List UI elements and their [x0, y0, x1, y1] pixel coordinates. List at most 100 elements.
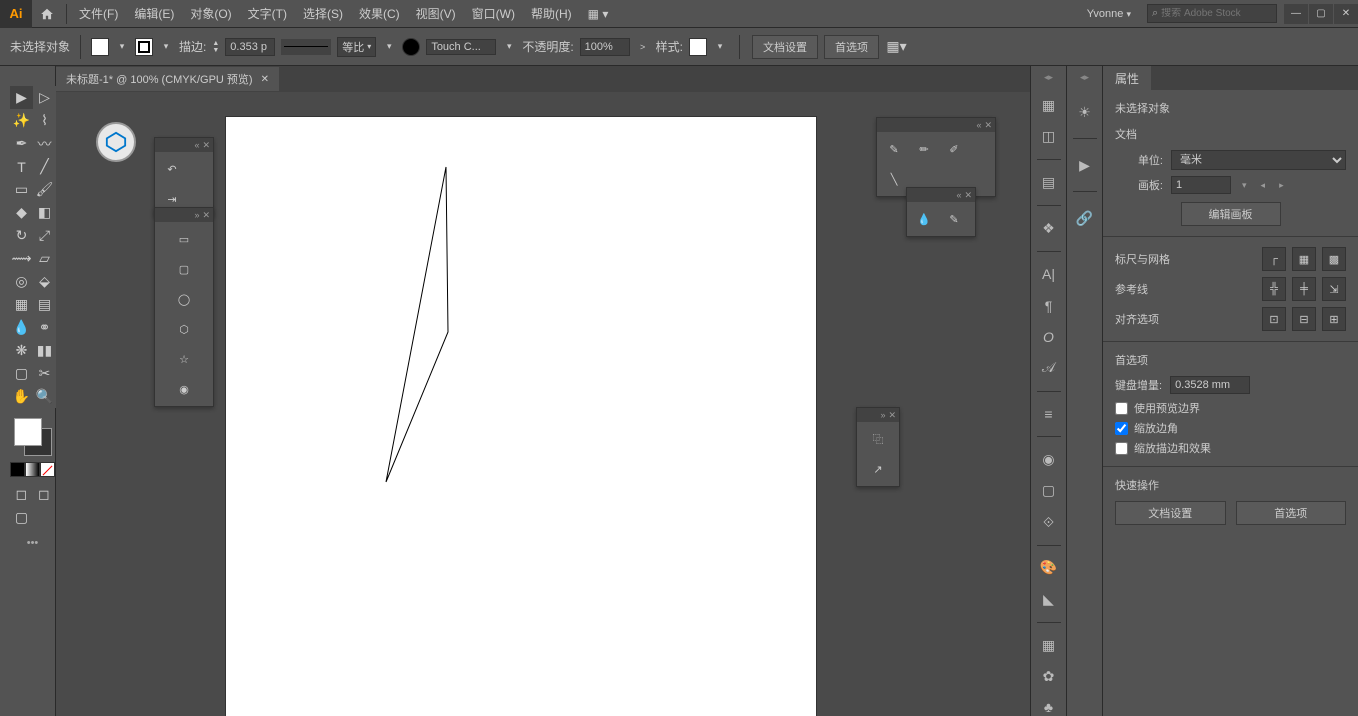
shape-panel[interactable]: »✕ ▭ ▢ ◯ ⬡ ☆ ◉ [154, 207, 214, 407]
undo-icon[interactable]: ↶ [161, 158, 183, 180]
plugin-badge-icon[interactable] [96, 122, 136, 162]
menu-edit[interactable]: 编辑(E) [126, 5, 182, 22]
asset-export-icon[interactable]: ⿻ [867, 428, 889, 450]
stroke-panel-icon[interactable]: ≡ [1037, 405, 1061, 422]
history-panel[interactable]: «✕ ↶ ⇥ [154, 137, 214, 217]
gradient-tool[interactable]: ▤ [33, 293, 56, 316]
panel-close-icon[interactable]: ✕ [202, 140, 210, 151]
stroke-down[interactable]: ▼ [212, 47, 219, 54]
align-toggle[interactable]: ▦▾ [885, 35, 908, 58]
home-icon[interactable] [32, 7, 62, 21]
rotate-tool[interactable]: ↻ [10, 224, 33, 247]
qa-prefs-button[interactable]: 首选项 [1236, 501, 1347, 525]
glyphs-icon[interactable]: 𝒜 [1037, 359, 1061, 376]
scale-tool[interactable]: ⤢ [33, 224, 56, 247]
artboard-input[interactable] [1171, 176, 1231, 194]
strip-collapse[interactable]: ◂▸ [1031, 72, 1066, 83]
window-minimize[interactable]: — [1284, 4, 1308, 24]
preferences-button[interactable]: 首选项 [824, 35, 879, 59]
preview-bounds-checkbox[interactable]: 使用预览边界 [1115, 400, 1346, 416]
color-mode-gradient[interactable] [25, 462, 40, 477]
pen-tool[interactable]: ✒ [10, 132, 33, 155]
shape-ellipse-icon[interactable]: ◯ [173, 288, 195, 310]
menu-effect[interactable]: 效果(C) [351, 5, 408, 22]
menu-file[interactable]: 文件(F) [71, 5, 126, 22]
eyedropper-tool[interactable]: 💧 [10, 316, 33, 339]
selection-tool[interactable]: ▶ [10, 86, 33, 109]
key-increment-input[interactable] [1170, 376, 1250, 394]
brush1-icon[interactable]: ✎ [883, 138, 905, 160]
export-panel[interactable]: »✕ ⿻ ↗ [856, 407, 900, 487]
panel-collapse-icon[interactable]: » [880, 410, 885, 420]
perspective-tool[interactable]: ⬙ [33, 270, 56, 293]
measure-icon[interactable]: ✎ [943, 208, 965, 230]
shape-polygon-icon[interactable]: ⬡ [173, 318, 195, 340]
layers-icon[interactable]: ❖ [1037, 220, 1061, 237]
transform-icon[interactable]: ⟐ [1037, 513, 1061, 530]
opacity-input[interactable] [580, 38, 630, 56]
style-swatch[interactable] [689, 38, 707, 56]
menu-window[interactable]: 窗口(W) [464, 5, 523, 22]
artboard-next[interactable]: ▸ [1276, 180, 1287, 191]
artboard-tool[interactable]: ▢ [10, 362, 33, 385]
color-swatches[interactable] [10, 414, 56, 460]
eraser-tool[interactable]: ◧ [33, 201, 56, 224]
pathfinder-icon[interactable]: ◫ [1037, 128, 1061, 145]
stroke-swatch[interactable] [135, 38, 153, 56]
shaper-tool[interactable]: ◆ [10, 201, 33, 224]
shape-builder-tool[interactable]: ◎ [10, 270, 33, 293]
stroke-up[interactable]: ▲ [212, 40, 219, 47]
type-panel-icon[interactable]: A| [1037, 266, 1061, 283]
grid-icon[interactable]: ▦ [1292, 247, 1316, 271]
style-dd[interactable]: ▾ [713, 38, 727, 56]
menu-object[interactable]: 对象(O) [182, 5, 239, 22]
color-mode-none[interactable] [40, 462, 55, 477]
links-icon[interactable]: 🔗 [1073, 206, 1097, 230]
column-graph-tool[interactable]: ▮▮ [33, 339, 56, 362]
unit-select[interactable]: 毫米 [1171, 150, 1346, 170]
window-maximize[interactable]: ▢ [1309, 4, 1333, 24]
brush-select[interactable]: Touch C... [426, 39, 496, 55]
opacity-dd[interactable]: > [636, 38, 650, 56]
paintbrush-tool[interactable]: 🖌 [33, 178, 56, 201]
stroke-width-input[interactable] [225, 38, 275, 56]
snap-grid-icon[interactable]: ⊞ [1322, 307, 1346, 331]
panel-close-icon[interactable]: ✕ [964, 190, 972, 201]
profile-dd[interactable]: ▾ [382, 38, 396, 56]
rectangle-tool[interactable]: ▭ [10, 178, 33, 201]
appearance2-icon[interactable]: ☀ [1073, 100, 1097, 124]
opentype-icon[interactable]: O [1037, 328, 1061, 345]
panel-collapse-icon[interactable]: » [194, 210, 199, 220]
screen-mode[interactable]: ▢ [10, 506, 33, 529]
artboard-prev[interactable]: ◂ [1258, 180, 1269, 191]
draw-behind[interactable]: ◻ [33, 483, 56, 506]
edit-artboards-button[interactable]: 编辑画板 [1181, 202, 1281, 226]
hand-tool[interactable]: ✋ [10, 385, 33, 408]
brush2-icon[interactable]: ✏ [913, 138, 935, 160]
eyedrop-panel[interactable]: «✕ 💧 ✎ [906, 187, 976, 237]
menu-select[interactable]: 选择(S) [295, 5, 351, 22]
scale-corners-checkbox[interactable]: 缩放边角 [1115, 420, 1346, 436]
artboards-icon[interactable]: ▢ [1037, 482, 1061, 499]
draw-normal[interactable]: ◻ [10, 483, 33, 506]
brush4-icon[interactable]: ╲ [883, 168, 905, 190]
swatches-icon[interactable]: ▦ [1037, 636, 1061, 653]
panel-close-icon[interactable]: ✕ [888, 410, 896, 421]
panel-close-icon[interactable]: ✕ [202, 210, 210, 221]
type-tool[interactable]: T [10, 155, 33, 178]
brush3-icon[interactable]: ✐ [943, 138, 965, 160]
symbol-sprayer-tool[interactable]: ❋ [10, 339, 33, 362]
line-tool[interactable]: ╱ [33, 155, 56, 178]
mesh-tool[interactable]: ▦ [10, 293, 33, 316]
magic-wand-tool[interactable]: ✨ [10, 109, 33, 132]
stroke-dropdown[interactable]: ▾ [159, 38, 173, 56]
strip2-collapse[interactable]: ◂▸ [1067, 72, 1102, 86]
menu-view[interactable]: 视图(V) [408, 5, 464, 22]
document-setup-button[interactable]: 文档设置 [752, 35, 818, 59]
panel-collapse-icon[interactable]: « [956, 190, 961, 200]
paragraph-icon[interactable]: ¶ [1037, 297, 1061, 314]
color-mode-solid[interactable] [10, 462, 25, 477]
user-menu[interactable]: Yvonne ▾ [1077, 8, 1141, 20]
smart-guides-icon[interactable]: ⇲ [1322, 277, 1346, 301]
brush-panel[interactable]: «✕ ✎ ✏ ✐ ╲ [876, 117, 996, 197]
